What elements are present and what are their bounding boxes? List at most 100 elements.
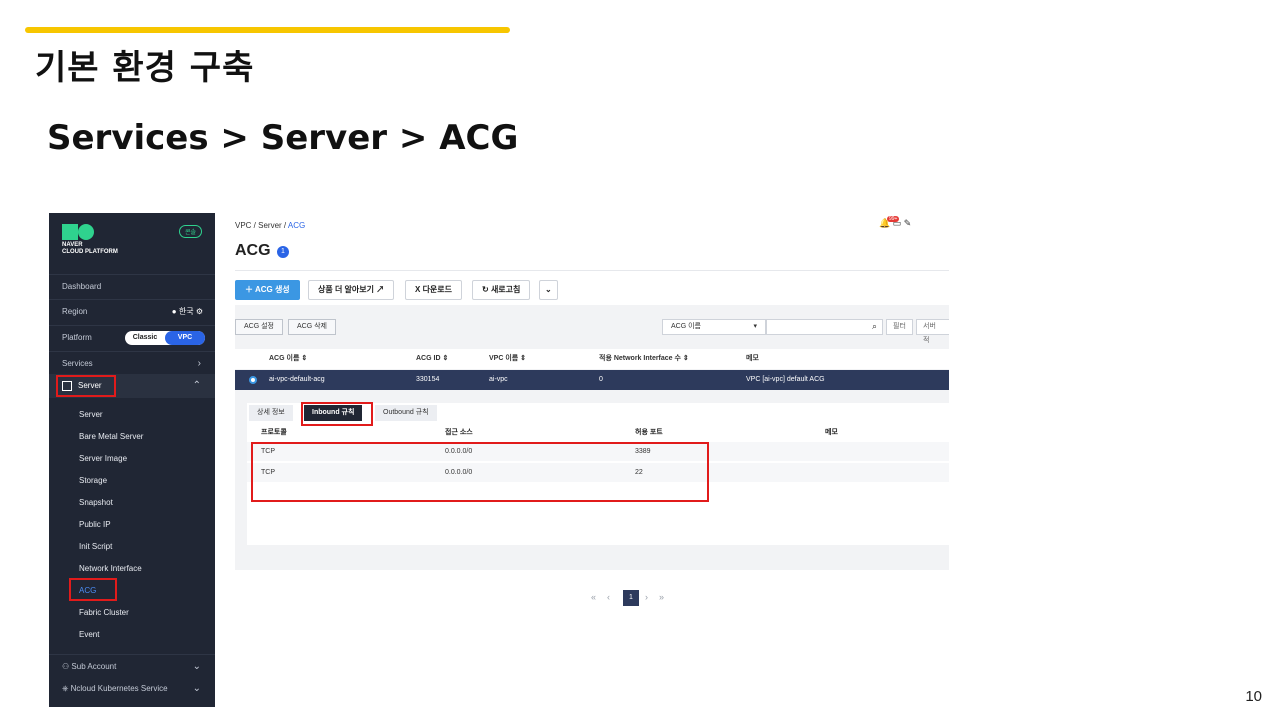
col-memo: 메모 [746,355,759,362]
breadcrumb-acg: ACG [287,221,306,230]
tab-details[interactable]: 상세 정보 [249,405,293,421]
col-vpc-name-label: VPC 이름 [489,355,519,362]
chevron-up-icon: ⌃ [192,380,201,391]
slide-title: 기본 환경 구축 [35,48,255,88]
brand-line1: NAVER [62,242,83,248]
refresh-label: 새로고침 [490,285,521,294]
table-row[interactable]: ai-vpc-default-acg 330154 ai-vpc 0 VPC [… [235,370,949,390]
sidebar-sub-bare-metal[interactable]: Bare Metal Server [79,432,143,441]
table-header: ACG 이름 ⇕ ACG ID ⇕ VPC 이름 ⇕ 적용 Network In… [235,349,949,369]
breadcrumb-server[interactable]: Server [258,221,282,230]
refresh-button[interactable]: ↻ 새로고침 [472,280,531,300]
slide: 기본 환경 구축 Services > Server > ACG 10 NAVE… [0,0,1280,720]
next-page-icon[interactable]: › [645,592,648,602]
learn-more-button[interactable]: 상품 더 알아보기 ↗ [308,280,395,300]
console-badge[interactable]: 콘솔 [179,225,203,238]
sidebar-item-services[interactable]: Services › [49,351,215,375]
toolbar: ＋ ACG 생성 상품 더 알아보기 ↗ X 다운로드 ↻ 새로고침 ⌄ [235,270,949,305]
accent-bar [25,27,510,33]
kubernetes-label: Ncloud Kubernetes Service [70,684,168,693]
platform-classic[interactable]: Classic [125,331,165,345]
search-icon[interactable]: ⌕ [872,321,877,332]
chevron-down-icon: ⌄ [545,285,552,294]
platform-vpc[interactable]: VPC [165,331,205,345]
col-acg-id[interactable]: ACG ID ⇕ [416,349,448,369]
row-radio[interactable] [249,376,257,384]
col-source: 접근 소스 [445,429,473,436]
sub-account-label: Sub Account [71,662,117,671]
prev-page-icon[interactable]: ‹ [607,592,610,602]
cell-ni-count: 0 [599,376,603,383]
region-selector[interactable]: Region ● 한국 ⚙ [49,299,215,323]
brand-name: NAVER CLOUD PLATFORM [62,242,118,256]
sidebar-sub-public-ip[interactable]: Public IP [79,520,111,529]
tab-outbound[interactable]: Outbound 규칙 [375,405,437,421]
platform-row: Platform Classic VPC [49,325,215,349]
more-dropdown-button[interactable]: ⌄ [539,280,558,300]
sidebar-item-sub-account[interactable]: ⚇ Sub Account ⌄ [49,654,215,678]
users-icon: ⚇ [62,662,72,671]
learn-more-label: 상품 더 알아보기 [318,285,374,294]
col-acg-name[interactable]: ACG 이름 ⇕ [269,349,307,369]
rules-highlight-box [251,442,709,502]
acg-settings-button[interactable]: ACG 설정 [235,319,283,335]
search-field-value: ACG 이름 [671,323,701,330]
sidebar-item-dashboard[interactable]: Dashboard [49,274,215,298]
caret-down-icon: ▾ [753,323,757,330]
services-label: Services [62,359,93,368]
excel-icon: X [415,285,423,294]
first-page-icon[interactable]: « [591,592,596,602]
sidebar-sub-server[interactable]: Server [79,410,103,419]
dashboard-label: Dashboard [62,282,102,291]
breadcrumb: VPC / Server / ACG [235,221,306,230]
kubernetes-icon: ⎈ [62,684,71,693]
platform-toggle[interactable]: Classic VPC [125,331,205,345]
download-label: 다운로드 [422,285,453,294]
breadcrumb-vpc[interactable]: VPC [235,221,251,230]
region-value: ● 한국 ⚙ [171,307,203,316]
region-value-text: 한국 [178,307,194,316]
create-acg-label: ACG 생성 [254,285,290,294]
main-content: VPC / Server / ACG ACG 1 🔔 ▭ ✎ 99+ ＋ ACG… [215,213,949,707]
region-label: Region [62,307,88,316]
col-vpc-name[interactable]: VPC 이름 ⇕ [489,349,526,369]
page-button[interactable]: 1 [623,590,639,606]
sidebar-item-kubernetes[interactable]: ⎈ Ncloud Kubernetes Service ⌄ [49,677,215,701]
search-field-select[interactable]: ACG 이름 ▾ [662,319,766,335]
count-badge: 1 [277,246,289,258]
cell-acg-name: ai-vpc-default-acg [269,376,325,383]
sidebar-sub-fabric-cluster[interactable]: Fabric Cluster [79,608,129,617]
refresh-icon: ↻ [482,285,491,294]
cell-vpc-name: ai-vpc [489,376,508,383]
sidebar-sub-storage[interactable]: Storage [79,476,107,485]
naver-cloud-logo-icon [62,224,94,240]
col-acg-id-label: ACG ID [416,355,441,362]
sidebar-sub-init-script[interactable]: Init Script [79,542,112,551]
filter-button[interactable]: 필터 [886,319,913,335]
sidebar-sub-server-image[interactable]: Server Image [79,454,127,463]
chevron-right-icon: › [197,358,201,369]
cell-memo: VPC [ai-vpc] default ACG [746,376,825,383]
col-rule-memo: 메모 [825,429,838,436]
server-filter-button[interactable]: 서버 적 [916,319,949,344]
sidebar-sub-snapshot[interactable]: Snapshot [79,498,113,507]
page-number: 10 [1245,688,1262,705]
col-ni-count[interactable]: 적용 Network Interface 수 ⇕ [599,349,689,369]
acg-highlight-box [69,578,117,601]
search-input[interactable]: ⌕ [766,319,883,335]
sidebar-sub-event[interactable]: Event [79,630,99,639]
platform-label: Platform [62,333,92,342]
server-highlight-box [56,375,116,397]
col-port: 허용 포트 [635,429,663,436]
last-page-icon[interactable]: » [659,592,664,602]
console-screenshot: NAVER CLOUD PLATFORM 콘솔 Dashboard Region… [49,213,949,707]
chevron-down-icon: ⌄ [192,683,201,694]
external-link-icon: ↗ [376,285,385,294]
col-protocol: 프로토콜 [261,429,287,436]
edit-icon[interactable]: ✎ [904,218,912,228]
acg-delete-button[interactable]: ACG 삭제 [288,319,336,335]
brand-line2: CLOUD PLATFORM [62,249,118,255]
sidebar-sub-network-interface[interactable]: Network Interface [79,564,142,573]
download-button[interactable]: X 다운로드 [405,280,463,300]
create-acg-button[interactable]: ＋ ACG 생성 [235,280,300,300]
